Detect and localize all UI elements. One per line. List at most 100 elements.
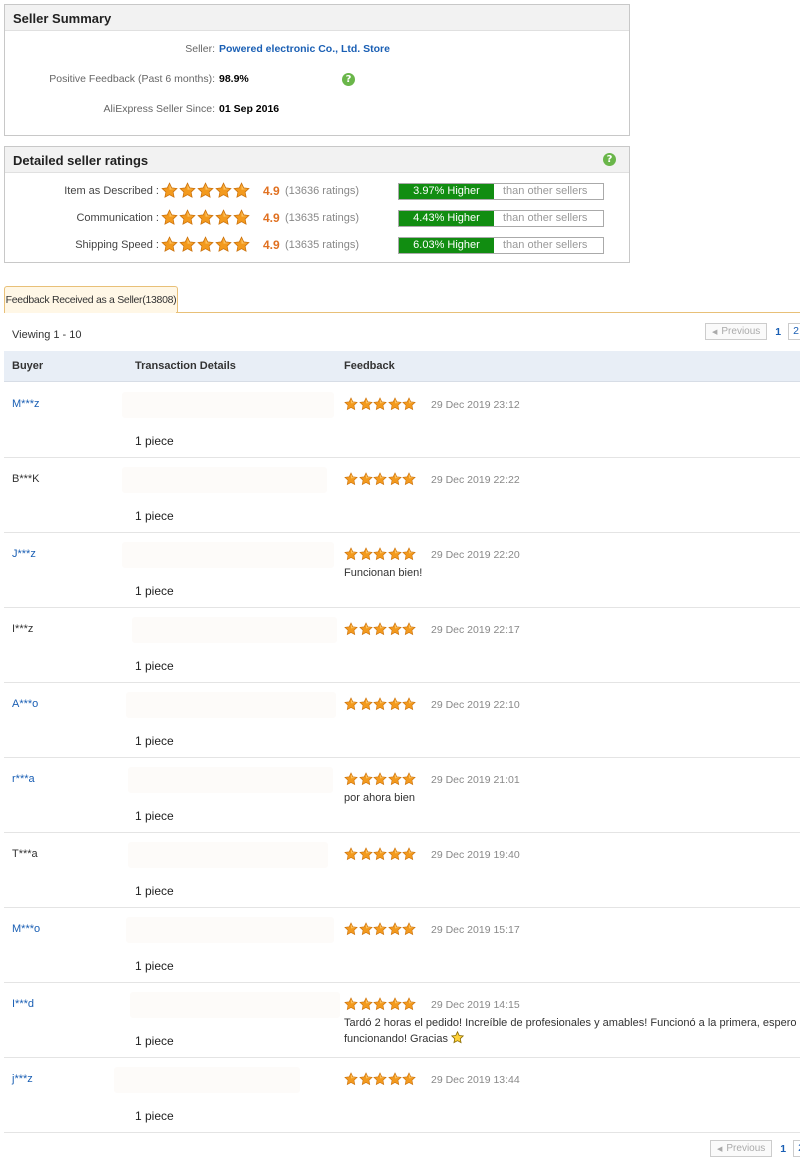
feedback-stars [344, 772, 417, 786]
star-icon [344, 1072, 358, 1086]
buyer-name[interactable]: M***o [12, 923, 40, 935]
star-icon [387, 397, 402, 411]
star-icon [373, 922, 387, 936]
feedback-stars [344, 622, 417, 636]
star-icon [233, 236, 250, 252]
transaction-quantity: 1 piece [135, 659, 174, 673]
feedback-date: 29 Dec 2019 13:44 [431, 1074, 520, 1086]
rating-score: 4.9 [263, 184, 280, 198]
tab-feedback-received[interactable]: Feedback Received as a Seller(13808) [4, 286, 178, 313]
rating-stars [161, 235, 251, 255]
page-current: 1 [775, 325, 782, 338]
star-icon [179, 182, 196, 198]
star-icon [402, 922, 416, 936]
previous-button[interactable]: ◀ Previous [705, 323, 768, 340]
transaction-product-placeholder [126, 692, 336, 718]
star-icon [373, 472, 387, 486]
detailed-ratings-title: Detailed seller ratings [13, 153, 149, 168]
star-icon [215, 182, 232, 198]
transaction-quantity: 1 piece [135, 509, 174, 523]
transaction-product-placeholder [122, 467, 327, 493]
star-icon [358, 697, 373, 711]
previous-label: Previous [721, 326, 761, 337]
transaction-product-placeholder [114, 1067, 300, 1093]
star-emoji-icon [450, 1030, 465, 1044]
star-icon [215, 209, 232, 225]
star-icon [373, 397, 387, 411]
star-icon [344, 922, 358, 936]
star-icon [373, 697, 387, 711]
table-row: r***a 1 piece 29 Dec 2019 21:01 por ahora b… [4, 758, 800, 833]
detailed-ratings-header: Detailed seller ratings ? [5, 147, 629, 173]
star-icon [233, 182, 250, 198]
feedback-date: 29 Dec 2019 23:12 [431, 399, 520, 411]
star-icon [387, 772, 402, 786]
star-icon [344, 622, 358, 636]
comparison-text: than other sellers [503, 212, 588, 224]
previous-button[interactable]: ◀ Previous [710, 1140, 773, 1157]
feedback-date: 29 Dec 2019 14:15 [431, 999, 520, 1011]
buyer-name[interactable]: r***a [12, 773, 35, 785]
table-row: j***z 1 piece 29 Dec 2019 13:44 [4, 1058, 800, 1133]
help-icon[interactable]: ? [603, 153, 616, 166]
positive-feedback-label: Positive Feedback (Past 6 months): [49, 73, 215, 85]
buyer-name: T***a [12, 848, 38, 860]
feedback-stars [344, 472, 417, 486]
star-icon [373, 847, 387, 861]
transaction-quantity: 1 piece [135, 1034, 174, 1048]
feedback-comment: por ahora bien [344, 791, 415, 806]
seller-name-link[interactable]: Powered electronic Co., Ltd. Store [219, 43, 390, 55]
star-icon [358, 772, 373, 786]
star-icon [387, 622, 402, 636]
star-icon [402, 772, 416, 786]
buyer-name[interactable]: M***z [12, 398, 40, 410]
comparison-text: than other sellers [503, 239, 588, 251]
triangle-left-icon: ◀ [712, 329, 718, 336]
table-row: I***d 1 piece 29 Dec 2019 14:15 Tardó 2 hor… [4, 983, 800, 1058]
star-icon [358, 622, 373, 636]
higher-percentage: 6.03% Higher [399, 238, 494, 253]
feedback-comment: Tardó 2 horas el pedido! Increíble de pr… [344, 1016, 800, 1047]
detailed-ratings-panel: Detailed seller ratings ? Item as Descri… [4, 146, 630, 263]
table-row: M***z 1 piece 29 Dec 2019 23:12 [4, 383, 800, 458]
star-icon [233, 209, 250, 225]
feedback-comment-text: Tardó 2 horas el pedido! Increíble de pr… [344, 1017, 800, 1029]
tab-divider [176, 312, 800, 313]
transaction-product-placeholder [122, 542, 334, 568]
buyer-name[interactable]: J***z [12, 548, 36, 560]
transaction-quantity: 1 piece [135, 809, 174, 823]
column-feedback: Feedback [344, 360, 395, 372]
star-icon [215, 236, 232, 252]
feedback-stars [344, 922, 417, 936]
feedback-comment-text: funcionando! Gracias [344, 1033, 448, 1045]
help-icon[interactable]: ? [342, 73, 355, 86]
column-transaction: Transaction Details [135, 360, 236, 372]
feedback-comment-text: por ahora bien [344, 792, 415, 804]
star-icon [387, 1072, 402, 1086]
star-icon [344, 397, 358, 411]
star-icon [402, 1072, 416, 1086]
star-icon [179, 209, 196, 225]
feedback-date: 29 Dec 2019 21:01 [431, 774, 520, 786]
star-icon [344, 697, 358, 711]
comparison-bar: 4.43% Higher than other sellers [398, 210, 604, 227]
positive-feedback-value: 98.9% [219, 73, 249, 85]
table-row: A***o 1 piece 29 Dec 2019 22:10 [4, 683, 800, 758]
buyer-name[interactable]: j***z [12, 1073, 33, 1085]
star-icon [161, 182, 178, 198]
transaction-product-placeholder [126, 917, 334, 943]
buyer-name: I***z [12, 623, 34, 635]
buyer-name[interactable]: A***o [12, 698, 38, 710]
star-icon [387, 547, 402, 561]
transaction-product-placeholder [122, 392, 334, 418]
feedback-date: 29 Dec 2019 22:10 [431, 699, 520, 711]
feedback-stars [344, 997, 417, 1011]
higher-percentage: 4.43% Higher [399, 211, 494, 226]
transaction-quantity: 1 piece [135, 734, 174, 748]
rating-row: Communication : 4.9 (13635 ratings) 4.43% H… [5, 208, 629, 230]
page-2-button[interactable]: 2 [793, 1140, 800, 1157]
page-2-button[interactable]: 2 [788, 323, 800, 340]
seller-since-label: AliExpress Seller Since: [103, 103, 215, 115]
buyer-name[interactable]: I***d [12, 998, 34, 1010]
star-icon [402, 847, 416, 861]
